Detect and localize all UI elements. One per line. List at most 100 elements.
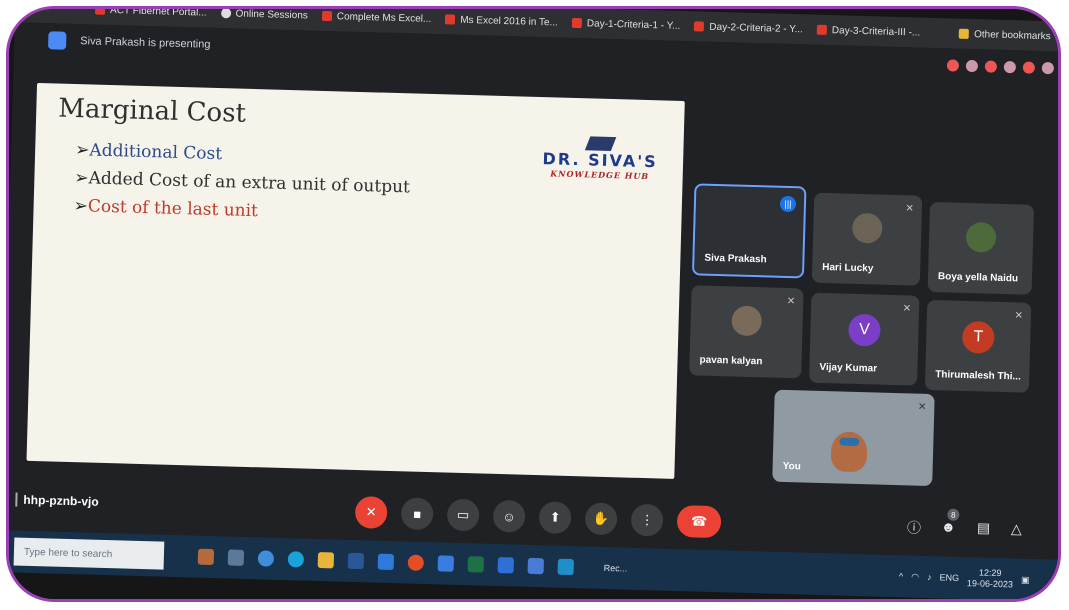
extension-icon[interactable]	[946, 59, 960, 72]
bookmark-act-fibernet[interactable]: ACT Fibernet Portal...	[94, 9, 207, 18]
participant-tile-thirumalesh[interactable]: T ✕ Thirumalesh Thi...	[924, 299, 1032, 393]
volume-icon[interactable]: ♪	[927, 572, 932, 582]
clock[interactable]: 12:29 19-06-2023	[967, 567, 1014, 590]
extension-icons	[946, 59, 1055, 75]
folder-icon	[958, 28, 970, 39]
extension-icon[interactable]	[984, 60, 998, 73]
bookmark-online-sessions[interactable]: Online Sessions	[220, 9, 308, 21]
participant-tile-hari-lucky[interactable]: ✕ Hari Lucky	[811, 192, 923, 286]
participant-tile-boya-yella-naidu[interactable]: Boya yella Naidu	[927, 201, 1035, 295]
news-widget-icon[interactable]	[197, 548, 215, 566]
brand-logo: DR. SIVA'S KNOWLEDGE HUB	[525, 135, 676, 182]
camera-icon: ■	[413, 506, 422, 522]
avatar: V	[848, 313, 881, 347]
photos-icon[interactable]	[437, 555, 455, 572]
participant-tile-siva-prakash[interactable]: ||| Siva Prakash	[691, 183, 807, 279]
bookmark-day1[interactable]: Day-1-Criteria-1 - Y...	[571, 17, 681, 31]
mic-toggle-button[interactable]: ✕	[354, 496, 388, 529]
raise-hand-button[interactable]: ✋	[584, 502, 618, 536]
docs-icon[interactable]	[527, 557, 544, 575]
avatar	[851, 212, 883, 244]
hand-icon: ✋	[592, 510, 610, 527]
mic-off-icon: ✕	[917, 401, 927, 413]
more-options-button[interactable]: ⋮	[630, 503, 664, 537]
chevron-up-icon[interactable]: ^	[899, 571, 904, 581]
zoom-icon[interactable]	[557, 558, 574, 576]
taskbar-search-input[interactable]: Type here to search	[13, 537, 165, 570]
end-call-button[interactable]: ☎	[676, 505, 722, 539]
extension-icon[interactable]	[1003, 60, 1017, 74]
language-indicator[interactable]: ENG	[939, 572, 959, 583]
slide-title: Marginal Cost	[57, 93, 247, 129]
mic-off-icon: ✕	[365, 504, 377, 520]
meet-logo-icon	[48, 31, 67, 50]
meeting-stage: Marginal Cost Additional Cost Added Cost…	[9, 56, 1058, 506]
excel-icon[interactable]	[467, 556, 485, 573]
people-button[interactable]: 8 ☻	[940, 508, 960, 535]
participant-name: You	[782, 460, 801, 473]
present-screen-button[interactable]: ⬆	[538, 501, 572, 535]
laptop-screen: ACT Fibernet Portal... Online Sessions C…	[9, 9, 1058, 599]
avatar	[965, 222, 997, 253]
slide-bullets: Additional Cost Added Cost of an extra u…	[73, 136, 411, 229]
participant-name: Vijay Kumar	[819, 361, 878, 375]
reactions-button[interactable]: ☺	[492, 499, 526, 533]
bookmark-icon	[94, 9, 106, 15]
file-explorer-icon[interactable]	[317, 551, 335, 569]
chrome-icon[interactable]	[407, 554, 425, 571]
graduation-cap-icon	[584, 136, 617, 152]
participant-name: Hari Lucky	[822, 261, 874, 275]
youtube-icon	[445, 14, 456, 25]
emoji-icon: ☺	[502, 508, 516, 524]
youtube-icon	[694, 21, 705, 32]
bookmark-day3[interactable]: Day-3-Criteria-III -...	[816, 24, 920, 38]
captions-icon: ▭	[456, 506, 470, 523]
camera-toggle-button[interactable]: ■	[400, 497, 434, 531]
present-icon: ⬆	[549, 509, 561, 525]
other-bookmarks[interactable]: Other bookmarks	[958, 28, 1051, 42]
bookmark-ms-excel-2016[interactable]: Ms Excel 2016 in Te...	[445, 14, 558, 28]
taskbar-apps	[197, 548, 574, 576]
mic-off-icon: ✕	[1014, 310, 1024, 322]
bookmark-complete-ms-excel[interactable]: Complete Ms Excel...	[321, 10, 431, 24]
presenting-status: Siva Prakash is presenting	[80, 35, 211, 51]
self-video-glasses	[839, 437, 860, 447]
meeting-code: hhp-pznb-vjo	[23, 492, 99, 509]
mic-off-icon: ✕	[902, 303, 912, 315]
store-icon[interactable]	[497, 557, 514, 574]
extension-icon[interactable]	[965, 59, 979, 73]
system-tray: ^ ◠ ♪ ENG 12:29 19-06-2023 ▣	[899, 565, 1030, 591]
participant-name: Siva Prakash	[704, 252, 767, 266]
edge-legacy-icon[interactable]	[287, 551, 305, 568]
youtube-icon	[571, 17, 583, 29]
mic-off-icon: ✕	[786, 295, 796, 308]
task-view-icon[interactable]	[227, 549, 245, 566]
participant-name: Boya yella Naidu	[937, 271, 1019, 285]
activities-icon: △	[1010, 520, 1023, 537]
extension-icon[interactable]	[1022, 61, 1036, 74]
activities-button[interactable]: △	[1011, 520, 1022, 537]
participant-tile-you[interactable]: ✕ You	[772, 389, 935, 487]
chat-icon: ▤	[976, 519, 991, 536]
edge-icon[interactable]	[257, 550, 275, 567]
recording-item[interactable]: Rec...	[604, 563, 628, 574]
globe-icon	[220, 9, 231, 19]
mail-icon[interactable]	[377, 553, 395, 571]
participant-tile-vijay-kumar[interactable]: V ✕ Vijay Kumar	[808, 292, 920, 386]
profile-icon[interactable]	[1041, 62, 1055, 75]
participant-name: pavan kalyan	[699, 354, 763, 368]
more-vert-icon: ⋮	[640, 511, 654, 528]
captions-button[interactable]: ▭	[446, 498, 480, 532]
meeting-details-button[interactable]: ⓘ	[907, 517, 922, 537]
clock-time: 12:29	[978, 567, 1002, 579]
participant-tile-pavan-kalyan[interactable]: ✕ pavan kalyan	[689, 285, 804, 379]
notification-icon[interactable]: ▣	[1021, 574, 1030, 585]
people-icon: ☻	[940, 518, 956, 535]
wifi-icon[interactable]: ◠	[911, 571, 919, 582]
bookmark-day2[interactable]: Day-2-Criteria-2 - Y...	[694, 21, 803, 35]
word-icon[interactable]	[347, 552, 365, 570]
clock-date: 19-06-2023	[966, 578, 1014, 590]
chat-button[interactable]: ▤	[977, 519, 991, 536]
avatar	[731, 305, 763, 337]
avatar: T	[961, 320, 995, 354]
